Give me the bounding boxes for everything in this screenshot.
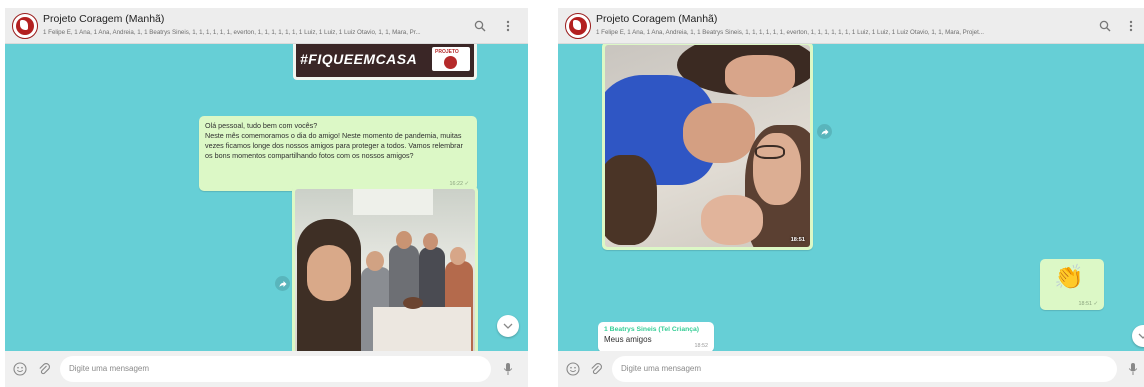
group-title[interactable]: Projeto Coragem (Manhã) bbox=[43, 13, 164, 25]
friends-photo[interactable]: 18:51 bbox=[605, 45, 810, 247]
group-avatar[interactable] bbox=[12, 13, 38, 39]
sender-name[interactable]: 1 Beatrys Sineis (Tel Criança) bbox=[604, 325, 708, 334]
photo-glasses bbox=[755, 145, 785, 159]
chat-area[interactable]: #FIQUEEMCASA PROJETO Olá pessoal, tudo b… bbox=[5, 44, 528, 351]
search-icon[interactable] bbox=[1096, 17, 1114, 35]
photo-face-top bbox=[725, 55, 795, 97]
attach-icon[interactable] bbox=[587, 360, 605, 378]
double-check-icon: ✓ bbox=[1093, 301, 1098, 307]
group-photo[interactable] bbox=[295, 189, 475, 351]
scroll-down-button[interactable] bbox=[497, 315, 519, 337]
photo-cake bbox=[403, 297, 423, 309]
right-chat-window: Projeto Coragem (Manhã) 1 Felipe E, 1 An… bbox=[558, 8, 1144, 387]
message-time-text: 18:51 bbox=[1078, 301, 1092, 307]
emoji-icon[interactable] bbox=[564, 360, 582, 378]
message-text: Olá pessoal, tudo bem com vocês? Neste m… bbox=[205, 121, 463, 160]
message-time: 18:51 ✓ bbox=[1078, 301, 1098, 307]
menu-icon[interactable] bbox=[499, 17, 517, 35]
photo-time: 18:51 bbox=[790, 237, 805, 243]
mic-icon[interactable] bbox=[499, 360, 517, 378]
photo-face-glasses bbox=[753, 133, 801, 205]
banner-logo-text: PROJETO bbox=[435, 49, 459, 55]
message-input[interactable]: Digite uma mensagem bbox=[60, 356, 491, 382]
group-title[interactable]: Projeto Coragem (Manhã) bbox=[596, 13, 717, 25]
message-time: 18:52 bbox=[694, 343, 709, 349]
mic-icon[interactable] bbox=[1124, 360, 1142, 378]
forward-icon[interactable] bbox=[275, 276, 290, 291]
banner-text: #FIQUEEMCASA bbox=[300, 51, 418, 67]
photo-face-center bbox=[683, 103, 755, 163]
left-chat-window: Projeto Coragem (Manhã) 1 Felipe E, 1 An… bbox=[5, 8, 528, 387]
outgoing-emoji-message[interactable]: 👏 18:51 ✓ bbox=[1040, 259, 1104, 310]
photo-face-3 bbox=[396, 231, 412, 249]
banner-logo-mark bbox=[444, 56, 457, 69]
group-avatar[interactable] bbox=[565, 13, 591, 39]
participants-list: 1 Felipe E, 1 Ana, 1 Ana, Andreia, 1, 1 … bbox=[596, 29, 984, 36]
incoming-message[interactable]: 1 Beatrys Sineis (Tel Criança) Meus amig… bbox=[598, 322, 714, 351]
photo-table bbox=[373, 307, 471, 351]
chat-area[interactable]: 18:51 👏 18:51 ✓ 1 Beatrys Sineis (Tel Cr… bbox=[558, 44, 1144, 351]
scroll-down-button[interactable] bbox=[1132, 325, 1144, 347]
photo-face-4 bbox=[423, 233, 438, 250]
photo-face-2 bbox=[366, 251, 384, 271]
emoji-icon[interactable] bbox=[11, 360, 29, 378]
compose-bar: Digite uma mensagem bbox=[558, 351, 1144, 387]
search-icon[interactable] bbox=[471, 17, 489, 35]
photo-face-5 bbox=[450, 247, 466, 265]
clapping-hands-emoji: 👏 bbox=[1054, 264, 1084, 291]
message-text: Meus amigos bbox=[604, 335, 652, 344]
campaign-banner-image[interactable]: #FIQUEEMCASA PROJETO bbox=[293, 44, 477, 80]
compose-bar: Digite uma mensagem bbox=[5, 351, 528, 387]
chat-header[interactable]: Projeto Coragem (Manhã) 1 Felipe E, 1 An… bbox=[558, 8, 1144, 44]
participants-list: 1 Felipe E, 1 Ana, 1 Ana, Andreia, 1, 1 … bbox=[43, 29, 421, 36]
banner-logo: PROJETO bbox=[432, 47, 470, 71]
outgoing-photo-message[interactable]: 18:51 bbox=[602, 44, 813, 250]
menu-icon[interactable] bbox=[1122, 17, 1140, 35]
message-input[interactable]: Digite uma mensagem bbox=[612, 356, 1117, 382]
outgoing-photo-message[interactable] bbox=[292, 186, 478, 351]
outgoing-message[interactable]: Olá pessoal, tudo bem com vocês? Neste m… bbox=[199, 116, 477, 191]
forward-icon[interactable] bbox=[817, 124, 832, 139]
photo-hair-left bbox=[605, 155, 657, 245]
attach-icon[interactable] bbox=[35, 360, 53, 378]
photo-window bbox=[353, 189, 433, 215]
photo-face-bottom bbox=[701, 195, 763, 245]
photo-face-1 bbox=[307, 245, 351, 301]
chat-header[interactable]: Projeto Coragem (Manhã) 1 Felipe E, 1 An… bbox=[5, 8, 528, 44]
